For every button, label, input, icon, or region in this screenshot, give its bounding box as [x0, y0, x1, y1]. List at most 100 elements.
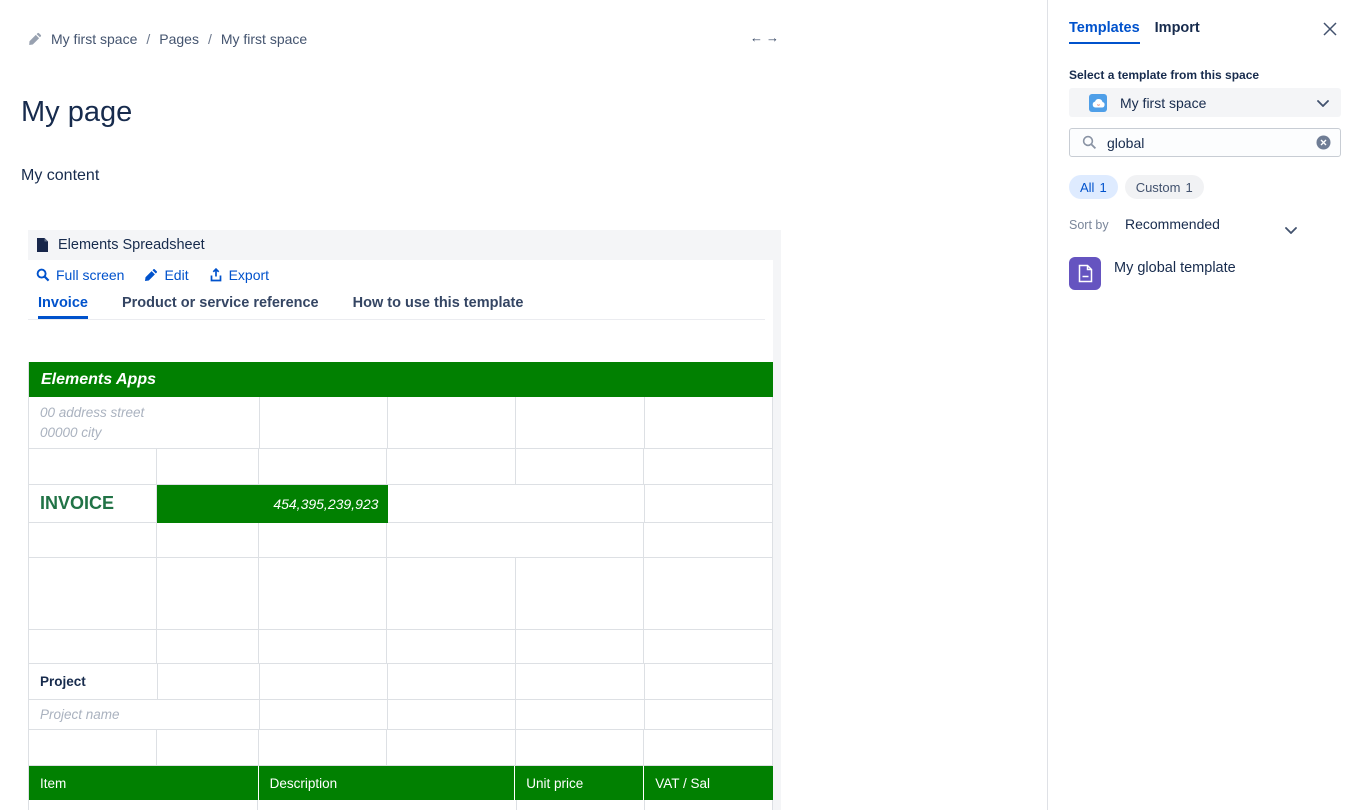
empty-cell[interactable] [388, 397, 516, 449]
export-button[interactable]: Export [209, 267, 269, 283]
banner-cell[interactable]: Elements Apps [29, 362, 773, 397]
project-name-cell[interactable]: Project name [29, 700, 260, 730]
spreadsheet-grid[interactable]: Elements Apps 00 address street 00000 ci… [28, 362, 773, 810]
empty-cell[interactable] [259, 630, 388, 664]
tab-how-to-use[interactable]: How to use this template [353, 295, 524, 319]
breadcrumb-item-parent[interactable]: My first space [221, 31, 307, 47]
empty-cell[interactable] [260, 664, 388, 700]
empty-cell[interactable] [388, 485, 644, 523]
invoice-label-cell[interactable]: INVOICE [29, 485, 157, 523]
edit-button[interactable]: Edit [144, 267, 188, 283]
empty-cell[interactable] [516, 397, 644, 449]
widget-titlebar: Elements Spreadsheet [28, 230, 781, 260]
empty-cell[interactable] [644, 558, 773, 630]
sidebar-tab-bar: Templates Import [1069, 20, 1200, 44]
breadcrumb-item-pages[interactable]: Pages [159, 31, 199, 47]
empty-cell[interactable] [29, 449, 157, 485]
vat-cell[interactable] [645, 800, 773, 810]
filter-chip-all[interactable]: All 1 [1069, 175, 1118, 199]
empty-cell[interactable] [259, 558, 388, 630]
filter-chip-custom[interactable]: Custom 1 [1125, 175, 1204, 199]
empty-cell[interactable] [387, 523, 644, 558]
unit-price-cell[interactable] [517, 800, 645, 810]
empty-cell[interactable] [644, 730, 773, 766]
empty-cell[interactable] [29, 558, 157, 630]
empty-cell[interactable] [259, 449, 388, 485]
header-description-cell[interactable]: Description [259, 766, 516, 800]
sort-dropdown[interactable]: Recommended [1125, 216, 1220, 232]
empty-cell[interactable] [157, 523, 259, 558]
address-cell[interactable]: 00 address street 00000 city [29, 397, 260, 449]
empty-cell[interactable] [645, 485, 773, 523]
empty-cell[interactable] [387, 730, 516, 766]
page-title: My page [21, 96, 132, 129]
invoice-number-cell[interactable]: 454,395,239,923 [157, 485, 388, 523]
filter-chips: All 1 Custom 1 [1069, 175, 1204, 199]
search-input[interactable] [1107, 135, 1316, 151]
row-empty [29, 558, 773, 630]
empty-cell[interactable] [260, 700, 388, 730]
empty-cell[interactable] [645, 700, 773, 730]
template-search-box [1069, 128, 1341, 157]
close-icon[interactable] [1322, 21, 1338, 42]
empty-cell[interactable] [157, 449, 259, 485]
empty-cell[interactable] [259, 523, 388, 558]
pencil-icon [28, 32, 42, 46]
chevron-down-icon[interactable] [1285, 221, 1297, 239]
filter-custom-label: Custom [1136, 180, 1181, 195]
empty-cell[interactable] [516, 730, 645, 766]
empty-cell[interactable] [388, 700, 516, 730]
tab-import[interactable]: Import [1155, 20, 1200, 44]
empty-cell[interactable] [644, 523, 773, 558]
template-result-item[interactable]: My global template [1069, 257, 1236, 290]
tab-product-reference[interactable]: Product or service reference [122, 295, 319, 319]
breadcrumb-separator: / [146, 31, 150, 47]
empty-cell[interactable] [260, 397, 388, 449]
tab-templates[interactable]: Templates [1069, 20, 1140, 44]
full-screen-label: Full screen [56, 267, 124, 283]
row-empty [29, 630, 773, 664]
empty-cell[interactable] [516, 630, 645, 664]
empty-cell[interactable] [29, 730, 157, 766]
empty-cell[interactable] [387, 449, 516, 485]
item-cell[interactable] [29, 800, 258, 810]
row-empty [29, 449, 773, 485]
empty-cell[interactable] [29, 630, 157, 664]
breadcrumb-item-space[interactable]: My first space [51, 31, 137, 47]
empty-cell[interactable] [644, 449, 773, 485]
empty-cell[interactable] [388, 664, 516, 700]
project-label-cell[interactable]: Project [29, 664, 158, 700]
spreadsheet-widget: Elements Spreadsheet Full screen Edit [28, 230, 781, 810]
empty-cell[interactable] [259, 730, 388, 766]
page: My first space / Pages / My first space … [0, 0, 1351, 810]
widget-content: Full screen Edit Export Invoice [28, 260, 773, 810]
space-selector-dropdown[interactable]: My first space [1069, 88, 1341, 117]
empty-cell[interactable] [516, 449, 645, 485]
empty-cell[interactable] [645, 664, 773, 700]
row-item1: Sample description for item 1 Tips: you … [29, 800, 773, 810]
empty-cell[interactable] [157, 730, 259, 766]
header-unit-price-cell[interactable]: Unit price [515, 766, 644, 800]
space-avatar-icon [1089, 94, 1107, 112]
empty-cell[interactable] [644, 630, 773, 664]
empty-cell[interactable] [516, 664, 644, 700]
empty-cell[interactable] [387, 558, 516, 630]
tab-invoice[interactable]: Invoice [38, 295, 88, 319]
clear-search-icon[interactable] [1316, 135, 1331, 150]
empty-cell[interactable] [158, 664, 260, 700]
empty-cell[interactable] [516, 558, 645, 630]
empty-cell[interactable] [645, 397, 773, 449]
empty-cell[interactable] [387, 630, 516, 664]
full-screen-button[interactable]: Full screen [36, 267, 124, 283]
empty-cell[interactable] [157, 630, 259, 664]
expand-width-button[interactable]: ← → [750, 30, 779, 46]
space-selector-value: My first space [1120, 95, 1317, 111]
empty-cell[interactable] [157, 558, 259, 630]
header-item-cell[interactable]: Item [29, 766, 259, 800]
empty-cell[interactable] [29, 523, 157, 558]
chevron-down-icon [1317, 94, 1329, 112]
empty-cell[interactable] [516, 700, 644, 730]
row-table-header: Item Description Unit price VAT / Sal [29, 766, 773, 800]
header-vat-cell[interactable]: VAT / Sal [644, 766, 773, 800]
description-cell[interactable]: Sample description for item 1 Tips: you … [258, 800, 516, 810]
